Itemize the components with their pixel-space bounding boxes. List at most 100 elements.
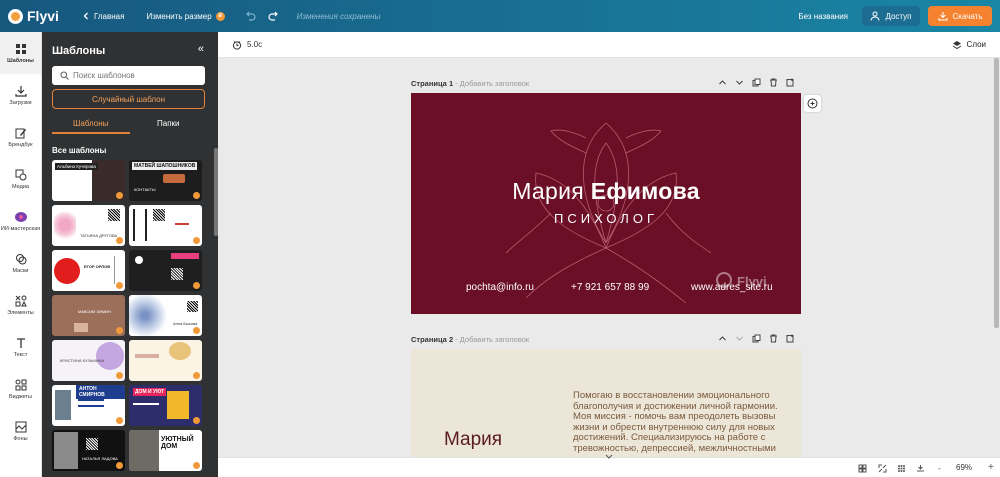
thumb-text: Анна Быкова [173,321,198,326]
rail-label: ИИ-мастерская [0,225,41,232]
topbar-right: Без названия Доступ Скачать [798,6,1000,26]
template-thumb[interactable] [129,340,202,381]
pages-grid-icon[interactable] [897,464,906,473]
background-icon [15,421,26,432]
template-thumb[interactable]: АНТОН СМИРНОВ [52,385,125,426]
template-thumb[interactable]: НАТАЛЬЯ ЛАДОВА [52,430,125,471]
template-thumb[interactable]: ДОМ И УЮТ [129,385,202,426]
template-thumb[interactable] [129,250,202,291]
crown-icon [193,327,200,334]
card-first-name: Мария [512,178,591,204]
ai-icon [14,211,27,222]
rail-label: Фоны [13,435,28,442]
zoom-in-button[interactable]: + [988,462,994,473]
page2-header: Страница 2 - Добавить заголовок [411,335,529,344]
chevron-up-icon[interactable] [718,78,727,87]
template-thumb[interactable]: УЮТНЫЙ ДОМ [129,430,202,471]
rail-item-uploads[interactable]: Загрузки [0,74,41,116]
rail-item-backgrounds[interactable]: Фоны [0,410,41,452]
rail-item-widgets[interactable]: Виджеты [0,368,41,410]
tab-templates[interactable]: Шаблоны [52,116,130,134]
thumb-text: АНТОН СМИРНОВ [76,385,125,399]
page1-add-title[interactable]: - Добавить заголовок [455,79,529,88]
random-template-button[interactable]: Случайный шаблон [52,89,205,109]
brand-name: Flyvi [27,8,59,24]
template-search[interactable] [52,66,205,85]
thumb-text: МАКСИМ ЗИМИН [78,309,111,314]
add-comment-button[interactable] [804,95,821,112]
thumb-text: МАТВЕЙ ШАПОШНИКОВ [132,162,198,170]
upload-icon [14,85,27,97]
left-rail: Шаблоны Загрузки Брендбук Медиа ИИ-масте… [0,32,42,477]
zoom-level[interactable]: 69% [956,463,972,472]
rail-label: Загрузки [9,99,32,106]
resize-button[interactable]: Изменить размер ♛ [146,11,225,21]
download-icon [937,12,948,21]
fullscreen-icon[interactable] [878,464,887,473]
layers-button[interactable]: Слои [952,40,986,50]
chevron-down-icon[interactable] [605,454,613,460]
text-icon [16,337,25,348]
duplicate-icon[interactable] [752,78,761,87]
top-bar: Flyvi Главная Изменить размер ♛ Изменени… [0,0,1000,32]
rail-item-elements[interactable]: Элементы [0,284,41,326]
add-page-icon[interactable] [786,334,795,343]
mask-icon [15,253,26,264]
add-page-icon[interactable] [786,78,795,87]
trash-icon[interactable] [769,78,778,87]
rail-item-masks[interactable]: Маски [0,242,41,284]
template-thumb[interactable]: Анна Быкова [129,295,202,336]
template-thumb[interactable]: МАКСИМ ЗИМИН [52,295,125,336]
page1-actions [718,78,795,87]
home-button[interactable]: Главная [82,12,124,21]
redo-button[interactable] [268,11,283,21]
card-name: Мария Ефимова [411,178,801,205]
zoom-out-button[interactable]: - [938,464,941,473]
access-button[interactable]: Доступ [862,6,920,26]
rail-item-ai[interactable]: ИИ-мастерская [0,200,41,242]
template-thumb[interactable]: КРИСТИНА КУЗЬМИНА [52,340,125,381]
rail-item-text[interactable]: Текст [0,326,41,368]
trash-icon[interactable] [769,334,778,343]
duplicate-icon[interactable] [752,334,761,343]
template-thumb[interactable]: МАТВЕЙ ШАПОШНИКОВ КОНТАКТЫ [129,160,202,201]
save-status: Изменения сохранены [296,11,381,21]
edit-icon [15,128,26,138]
undo-button[interactable] [245,11,260,21]
search-icon [60,71,69,80]
collapse-panel-button[interactable]: « [198,43,204,55]
crown-icon [193,462,200,469]
crown-icon [116,462,123,469]
card-about-text: Помогаю в восстановлении эмоционального … [573,390,778,454]
page2-actions [718,334,795,343]
rail-item-brandbook[interactable]: Брендбук [0,116,41,158]
template-thumb[interactable]: Альбина Кучерова [52,160,125,201]
page1-label: Страница 1 [411,79,454,88]
template-thumb[interactable]: ТАТЬЯНА ДРУГОВА [52,205,125,246]
doc-title[interactable]: Без названия [798,12,848,21]
fit-icon[interactable] [916,464,925,473]
chevron-down-icon[interactable] [735,78,744,87]
page-timer[interactable]: 5.0с [232,40,262,50]
brand-logo[interactable]: Flyvi [8,8,70,24]
rail-item-media[interactable]: Медиа [0,158,41,200]
download-button[interactable]: Скачать [928,6,992,26]
thumb-text: НАТАЛЬЯ ЛАДОВА [82,456,118,461]
redo-icon [268,11,278,21]
page2-add-title[interactable]: - Добавить заголовок [455,335,529,344]
watermark-logo-icon [716,272,732,288]
crown-icon [193,282,200,289]
business-card-front[interactable]: Мария Ефимова ПСИХОЛОГ pochta@info.ru +7… [411,93,801,314]
template-thumb[interactable] [129,205,202,246]
canvas-area: 5.0с Слои Страница 1 - Добавить заголово… [218,32,1000,477]
grid-view-icon[interactable] [858,464,867,473]
chevron-down-icon[interactable] [735,334,744,343]
canvas-scrollbar[interactable] [994,58,999,328]
rail-item-templates[interactable]: Шаблоны [0,32,41,74]
template-thumb[interactable]: ЕГОР ОРЛОВ [52,250,125,291]
thumb-text: ДОМ И УЮТ [133,388,167,396]
search-input[interactable] [73,71,193,80]
tab-folders[interactable]: Папки [130,116,208,134]
chevron-up-icon[interactable] [718,334,727,343]
timer-value: 5.0с [247,40,263,49]
